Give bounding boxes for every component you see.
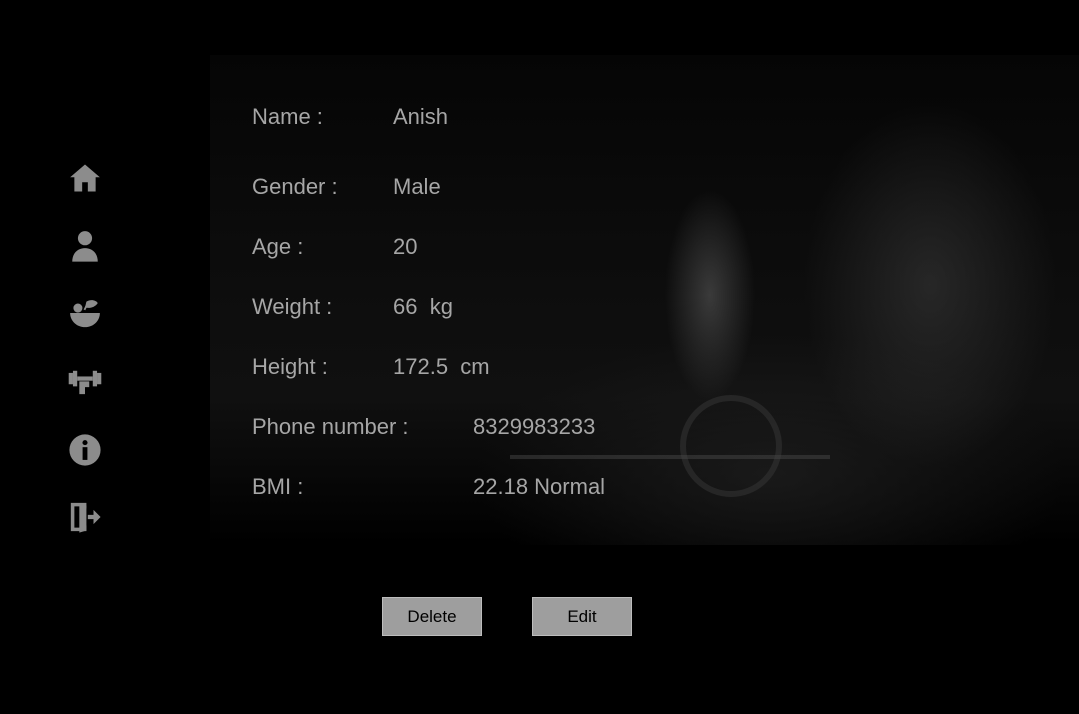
phone-value: 8329983233: [473, 414, 596, 439]
diet-bowl-icon[interactable]: [67, 295, 103, 331]
age-value: 20: [393, 234, 418, 259]
barbell: [510, 455, 830, 459]
bmi-label: BMI :: [252, 474, 304, 499]
weight-plate: [680, 395, 782, 497]
height-value: 172.5 cm: [393, 354, 490, 379]
workout-icon[interactable]: [67, 362, 103, 398]
background-gym-photo: [210, 55, 1079, 545]
gender-label: Gender :: [252, 174, 338, 199]
weight-value: 66 kg: [393, 294, 453, 319]
sidebar-nav: [0, 0, 170, 714]
age-label: Age :: [252, 234, 304, 259]
home-icon[interactable]: [67, 160, 103, 196]
gender-value: Male: [393, 174, 441, 199]
logout-icon[interactable]: [67, 499, 103, 535]
name-label: Name :: [252, 104, 323, 129]
name-value: Anish: [393, 104, 449, 129]
height-label: Height :: [252, 354, 328, 379]
user-icon[interactable]: [67, 228, 103, 264]
edit-button[interactable]: Edit: [532, 597, 632, 636]
info-icon[interactable]: [67, 432, 103, 468]
weight-label: Weight :: [252, 294, 333, 319]
delete-button[interactable]: Delete: [382, 597, 482, 636]
phone-label: Phone number :: [252, 414, 409, 439]
bmi-value: 22.18 Normal: [473, 474, 606, 499]
